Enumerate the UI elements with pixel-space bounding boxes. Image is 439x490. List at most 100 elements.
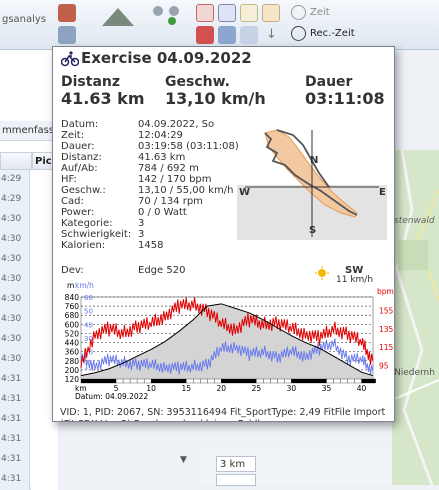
heart-rate-icon[interactable] [196,4,214,22]
detail-label: Dauer: [61,141,95,152]
grid-header-time[interactable] [0,152,32,170]
popup-title: Exercise 04.09.2022 [81,49,252,67]
table-row[interactable]: 4:30 [0,330,58,350]
table-row[interactable]: 4:31 [0,370,58,390]
distance-segment-marker [235,378,243,384]
speed-tick-label: 60 [84,294,93,302]
elevation-tick-label: 600 [65,320,80,329]
profile-chart: 840760680600520440360280200120 60 50 40 30 20… [65,281,394,401]
distance-segment-marker [108,378,117,384]
row-time: 4:30 [0,230,30,250]
distance-segment-marker [158,378,166,384]
zeit-option[interactable]: Zeit [310,7,330,18]
distance-segment-marker [150,378,159,384]
scroll-down-icon[interactable]: ▼ [180,455,187,465]
elevation-tick-label: 120 [65,375,80,384]
device-value: Edge 520 [138,265,186,276]
down-arrow-icon[interactable]: ↓ [266,27,277,42]
row-time: 4:30 [0,290,30,310]
distance-segment-marker [347,378,355,384]
table-row[interactable]: 4:30 [0,350,58,370]
row-time: 4:29 [0,190,30,210]
distance-segment-marker [249,378,257,384]
detail-value: 13,10 / 55,00 km/h [138,185,234,196]
lower-list: 3 km [200,450,392,486]
distance-segment-marker [214,378,222,384]
table-row[interactable]: 4:31 [0,390,58,410]
detail-value: 70 / 134 rpm [138,196,203,207]
x-tick-label: 15 [181,384,191,393]
summary-tab[interactable]: mmenfass [0,121,58,141]
chart-icon[interactable] [58,4,76,22]
row-time: 4:30 [0,270,30,290]
distance-cell-2[interactable] [216,474,256,486]
table-row[interactable]: 4:31 [0,410,58,430]
table-row[interactable]: 4:30 [0,310,58,330]
mountain-icon[interactable] [100,4,136,28]
stopwatch-icon [291,26,306,41]
hr-tick-label: 115 [379,343,394,352]
right-axis-unit: bpm [377,287,394,296]
table-icon[interactable] [58,26,76,44]
table-row[interactable]: 4:30 [0,230,58,250]
table-row[interactable]: 4:30 [0,210,58,230]
detail-value: 3 [138,218,145,229]
distance-segment-marker [291,378,299,384]
detail-value: 12:04:29 [138,130,183,141]
device-label: Dev: [61,265,84,276]
map-label-stenwald: stenwald [394,216,435,226]
graph-icon[interactable] [240,26,258,44]
distance-cell[interactable]: 3 km [216,456,256,472]
distance-segment-marker [221,378,229,384]
table-row[interactable]: 4:31 [0,470,58,490]
row-time: 4:30 [0,250,30,270]
row-time: 4:31 [0,410,30,430]
row-time: 4:31 [0,390,30,410]
x-tick-label: 25 [252,384,262,393]
detail-value: 0 / 0 Watt [138,207,187,218]
elevation-tick-label: 280 [65,357,80,366]
table-row[interactable]: 4:29 [0,190,58,210]
row-time: 4:31 [0,450,30,470]
list-icon[interactable] [218,26,236,44]
compass-north: N [310,155,319,166]
row-time: 4:31 [0,430,30,450]
x-tick-label: 40 [357,384,367,393]
headline-duration-label: Dauer [305,74,353,90]
distance-segment-marker [305,378,313,384]
distance-segment-marker [319,378,327,384]
sun-icon [315,265,329,280]
distance-segment-marker [368,378,376,384]
detail-label: Geschw.: [61,185,106,196]
detail-label: Kategorie: [61,218,113,229]
table-row[interactable]: 4:30 [0,270,58,290]
distance-segment-marker [256,378,264,384]
table-row[interactable]: 4:30 [0,250,58,270]
map-view[interactable]: stenwald Niedernh [392,150,439,485]
table-row[interactable]: 4:31 [0,450,58,470]
speed-icon[interactable] [240,4,258,22]
distance-segment-marker [200,378,208,384]
distance-segment-marker [129,378,138,384]
network-add-icon[interactable] [150,4,182,26]
rec-zeit-option[interactable]: Rec.-Zeit [310,28,355,39]
elevation-tick-label: 520 [65,329,80,338]
table-row[interactable]: 4:31 [0,430,58,450]
m-icon[interactable] [218,4,236,22]
distance-segment-marker [333,378,341,384]
clock-icon [291,5,306,20]
elevation-tick-label: 200 [65,366,80,375]
bars-icon[interactable] [196,26,214,44]
detail-label: Kalorien: [61,240,106,251]
distance-segment-marker [242,378,250,384]
headline-speed-value: 13,10 km/h [165,89,266,108]
detail-label: Power: [61,207,95,218]
footer-text: VID: 1, PID: 2067, SN: 3953116494 Fit_Sp… [60,407,386,421]
row-time: 4:30 [0,310,30,330]
cadence-icon[interactable] [262,4,280,22]
table-row[interactable]: 4:30 [0,290,58,310]
table-row[interactable]: 4:29 [0,170,58,190]
detail-value: 41.63 km [138,152,186,163]
bicycle-icon [60,51,80,67]
detail-value: 04.09.2022, So [138,119,215,130]
